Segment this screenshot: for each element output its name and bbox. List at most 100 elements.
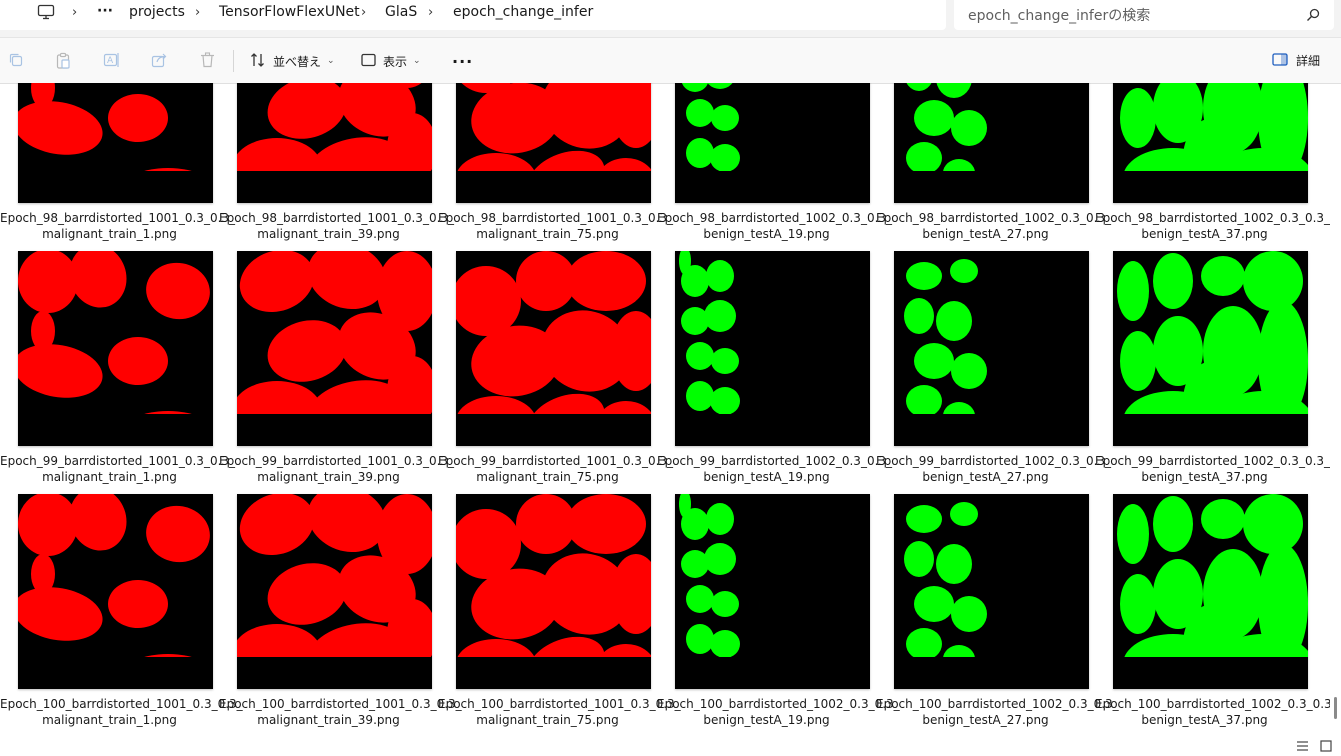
file-name-line2: benign_testA_19.png	[703, 713, 830, 727]
details-view-icon[interactable]	[1296, 737, 1309, 756]
file-name-line2: benign_testA_27.png	[922, 470, 1049, 484]
details-pane-button[interactable]: 詳細	[1272, 52, 1320, 69]
file-name: Epoch_99_barrdistorted_1001_0.3_0.3_ mali…	[438, 453, 674, 485]
chevron-right-icon: ›	[428, 5, 434, 20]
file-name-line2: malignant_train_75.png	[476, 713, 619, 727]
file-name-line1: Epoch_98_barrdistorted_1002_0.3_0.3_	[657, 211, 893, 225]
file-name-line2: malignant_train_1.png	[42, 470, 177, 484]
file-thumbnail[interactable]	[894, 494, 1089, 689]
more-options-button[interactable]: ···	[452, 52, 473, 71]
paste-icon[interactable]	[55, 52, 71, 74]
search-icon[interactable]	[1306, 7, 1320, 26]
file-name-line1: Epoch_100_barrdistorted_1001_0.3_0.3_	[219, 697, 462, 711]
breadcrumb[interactable]: › ··· projects › TensorFlowFlexUNet › Gl…	[0, 0, 946, 30]
file-thumbnail[interactable]	[1113, 494, 1308, 689]
file-thumbnail[interactable]	[456, 494, 651, 689]
search-box[interactable]: epoch_change_inferの検索	[954, 0, 1334, 30]
file-thumbnail[interactable]	[237, 251, 432, 446]
breadcrumb-item-glas[interactable]: GlaS	[385, 4, 417, 20]
file-name: Epoch_99_barrdistorted_1001_0.3_0.3_mali…	[0, 453, 236, 485]
rename-icon[interactable]: A	[103, 52, 121, 72]
file-thumbnail[interactable]	[456, 83, 651, 203]
breadcrumb-item-tensorflowflexunet[interactable]: TensorFlowFlexUNet	[219, 4, 360, 20]
file-name: Epoch_100_barrdistorted_1001_0.3_0.3_mal…	[219, 696, 462, 728]
chevron-right-icon: ›	[195, 5, 201, 20]
file-name-line1: Epoch_100_barrdistorted_1002_0.3_0.3_	[657, 697, 900, 711]
delete-icon[interactable]	[200, 52, 215, 72]
file-name: Epoch_98_barrdistorted_1002_0.3_0.3_beni…	[657, 210, 893, 242]
toolbar-divider	[233, 50, 234, 72]
breadcrumb-item-epoch-change-infer[interactable]: epoch_change_infer	[453, 4, 593, 20]
file-name-line1: Epoch_98_barrdistorted_1002_0.3_0.3_	[876, 211, 1112, 225]
file-name: Epoch_98_barrdistorted_1002_0.3_0.3_ beni…	[1095, 210, 1330, 242]
file-name: Epoch_99_barrdistorted_1001_0.3_0.3_ mali…	[219, 453, 455, 485]
file-name-line2: malignant_train_39.png	[257, 713, 400, 727]
file-thumbnail[interactable]	[675, 83, 870, 203]
file-name-line2: benign_testA_19.png	[703, 470, 830, 484]
copy-icon[interactable]	[8, 52, 24, 72]
file-name: Epoch_100_barrdistorted_1001_0.3_0.3_mal…	[438, 696, 681, 728]
file-name-line2: benign_testA_27.png	[922, 713, 1049, 727]
file-name-line1: Epoch_100_barrdistorted_1001_0.3_0.3_	[0, 697, 243, 711]
file-name-line2: benign_testA_27.png	[922, 227, 1049, 241]
chevron-down-icon: ⌄	[327, 56, 335, 66]
file-name-line2: malignant_train_75.png	[476, 227, 619, 241]
file-name: Epoch_98_barrdistorted_1001_0.3_0.3_ mali…	[219, 210, 455, 242]
file-thumbnail[interactable]	[1113, 83, 1308, 203]
file-name-line1: Epoch_98_barrdistorted_1001_0.3_0.3_	[438, 211, 674, 225]
large-icons-view-icon[interactable]	[1320, 737, 1332, 756]
file-thumbnail[interactable]	[675, 494, 870, 689]
file-name-line1: Epoch_99_barrdistorted_1002_0.3_0.3_	[1095, 454, 1330, 468]
file-name-line1: Epoch_99_barrdistorted_1001_0.3_0.3_	[219, 454, 455, 468]
view-label: 表示	[383, 54, 408, 69]
file-thumbnail[interactable]	[18, 83, 213, 203]
details-label: 詳細	[1296, 54, 1321, 68]
breadcrumb-overflow[interactable]: ···	[97, 3, 113, 19]
file-thumbnail[interactable]	[894, 83, 1089, 203]
file-thumbnail[interactable]	[675, 251, 870, 446]
file-name-line1: Epoch_98_barrdistorted_1001_0.3_0.3_	[219, 211, 455, 225]
this-pc-icon[interactable]	[37, 4, 55, 24]
details-pane-icon	[1272, 52, 1288, 69]
file-thumbnail[interactable]	[894, 251, 1089, 446]
breadcrumb-item-projects[interactable]: projects	[129, 4, 185, 20]
file-name: Epoch_100_barrdistorted_1001_0.3_0.3_mal…	[0, 696, 243, 728]
sort-button[interactable]: 並べ替え ⌄	[250, 50, 335, 72]
file-name-line1: Epoch_100_barrdistorted_1001_0.3_0.3_	[438, 697, 681, 711]
file-name: Epoch_100_barrdistorted_1002_0.3_0.3_ben…	[657, 696, 900, 728]
file-name-line1: Epoch_99_barrdistorted_1001_0.3_0.3_	[0, 454, 236, 468]
view-button[interactable]: 表示 ⌄	[361, 50, 421, 72]
vertical-scrollbar[interactable]	[1330, 83, 1341, 735]
file-name: Epoch_98_barrdistorted_1002_0.3_0.3_beni…	[876, 210, 1112, 242]
view-icon	[361, 53, 376, 70]
file-name-line1: Epoch_100_barrdistorted_1002_0.3_0.3_	[1095, 697, 1330, 711]
address-bar: › ··· projects › TensorFlowFlexUNet › Gl…	[0, 0, 1341, 38]
chevron-down-icon: ⌄	[413, 56, 421, 66]
file-grid: Epoch_98_barrdistorted_1001_0.3_0.3_mali…	[0, 83, 1330, 735]
chevron-right-icon: ›	[361, 5, 367, 20]
file-name: Epoch_99_barrdistorted_1002_0.3_0.3_ beni…	[876, 453, 1111, 485]
file-name-line2: benign_testA_37.png	[1141, 227, 1268, 241]
file-name-line2: malignant_train_1.png	[42, 227, 177, 241]
file-name-line1: Epoch_99_barrdistorted_1001_0.3_0.3_	[438, 454, 674, 468]
file-thumbnail[interactable]	[18, 251, 213, 446]
sort-label: 並べ替え	[273, 54, 322, 69]
file-name-line2: benign_testA_37.png	[1141, 713, 1268, 727]
file-thumbnail[interactable]	[456, 251, 651, 446]
file-name-line1: Epoch_99_barrdistorted_1002_0.3_0.3_	[657, 454, 893, 468]
file-name: Epoch_98_barrdistorted_1001_0.3_0.3_mali…	[438, 210, 674, 242]
file-name-line2: benign_testA_19.png	[703, 227, 830, 241]
search-input[interactable]: epoch_change_inferの検索	[968, 5, 1150, 25]
file-name: Epoch_100_barrdistorted_1002_0.3_0.3_ ben…	[876, 696, 1119, 728]
file-name-line2: benign_testA_37.png	[1141, 470, 1268, 484]
file-thumbnail[interactable]	[18, 494, 213, 689]
sort-icon	[250, 52, 266, 71]
command-bar: A 並べ替え ⌄ 表示 ⌄ ··· 詳細	[0, 38, 1341, 84]
file-thumbnail[interactable]	[1113, 251, 1308, 446]
share-icon[interactable]	[151, 52, 168, 72]
file-name-line2: malignant_train_1.png	[42, 713, 177, 727]
scrollbar-thumb[interactable]	[1334, 697, 1337, 719]
file-name: Epoch_99_barrdistorted_1002_0.3_0.3_beni…	[657, 453, 893, 485]
file-thumbnail[interactable]	[237, 83, 432, 203]
file-thumbnail[interactable]	[237, 494, 432, 689]
